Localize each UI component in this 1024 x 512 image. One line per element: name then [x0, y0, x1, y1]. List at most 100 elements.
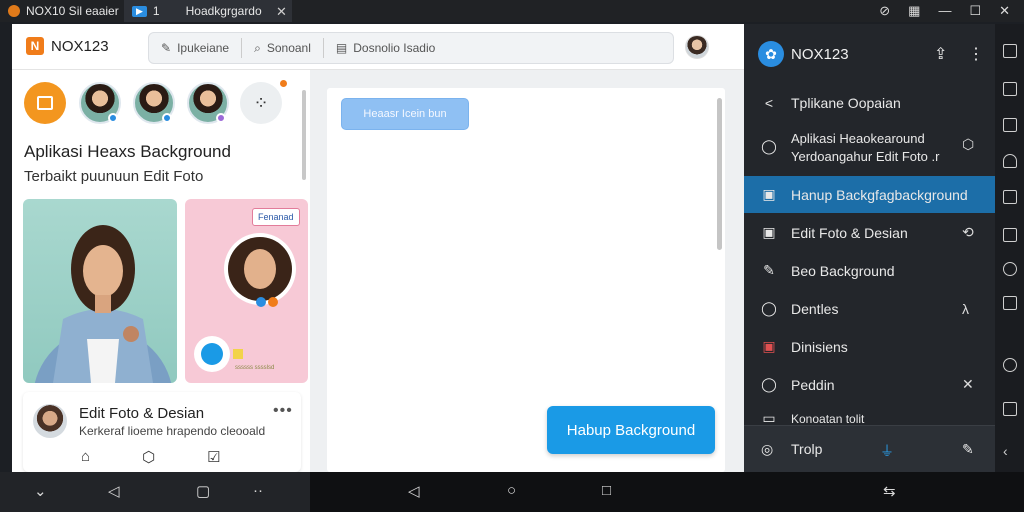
- more-vertical-icon[interactable]: ⋮: [968, 44, 984, 64]
- close-icon[interactable]: ✕: [962, 376, 974, 393]
- menu-item-label: Beo Background: [791, 262, 895, 279]
- layers-icon: ⬡: [962, 136, 975, 152]
- menu-item-peddin[interactable]: ◯ Peddin ✕: [744, 366, 995, 403]
- canvas-scrollbar[interactable]: [717, 98, 722, 250]
- sync-icon[interactable]: ⊘: [879, 3, 890, 19]
- notification-dot: [280, 80, 287, 87]
- window-titlebar: NOX10 Sil eaaier ▶ 1 Hoadkgrgardo ✕ ⊘ ▦ …: [0, 0, 1024, 22]
- toolbar-location-icon[interactable]: [1003, 358, 1017, 372]
- nox-logo-icon: N: [26, 37, 44, 55]
- habup-background-button[interactable]: Habup Background: [547, 406, 715, 454]
- edit-card-actions: ⌂ ⬡ ☑: [81, 448, 221, 466]
- document-icon: ▤: [335, 41, 348, 55]
- card-caption: ssssss sssslsd: [235, 365, 275, 371]
- left-scrollbar[interactable]: [302, 90, 306, 180]
- close-window-icon[interactable]: ✕: [999, 3, 1010, 19]
- menu-item-beo-background[interactable]: ✎ Beo Background: [744, 252, 995, 289]
- card-tag[interactable]: Fenanad: [252, 208, 300, 226]
- search-item-2[interactable]: ⌕ Sonoanl: [242, 38, 324, 58]
- search-icon: ◯: [761, 138, 777, 154]
- hexagon-icon[interactable]: ⬡: [142, 448, 155, 466]
- checkbox-icon[interactable]: ☑: [207, 448, 220, 466]
- user-avatar[interactable]: [685, 35, 709, 59]
- more-dots-icon: ⁘: [253, 92, 269, 113]
- list-icon: [37, 96, 53, 110]
- minimize-icon[interactable]: —: [938, 3, 951, 19]
- menu-item-dentles[interactable]: ◯ Dentles λ: [744, 290, 995, 327]
- menu-item-hanup-background[interactable]: ▣ Hanup Backgfagbackground: [744, 176, 995, 213]
- maximize-icon[interactable]: ☐: [969, 3, 981, 19]
- tab-close-icon[interactable]: ✕: [276, 4, 287, 20]
- nav-back-icon[interactable]: ◁: [108, 482, 120, 500]
- feature-card-photo[interactable]: [23, 199, 177, 383]
- search-bar[interactable]: ✎ Ipukeiane ⌕ Sonoanl ▤ Dosnolio Isadio: [148, 32, 674, 64]
- calendar-icon: ▭: [762, 410, 776, 425]
- menu-item-label: Dinisiens: [791, 338, 848, 355]
- window-controls: ⊘ ▦ — ☐ ✕: [879, 3, 1010, 19]
- feature-card-frame[interactable]: ssssss sssslsd: [185, 199, 308, 383]
- edit-card[interactable]: Edit Foto & Desian Kerkeraf lioeme hrape…: [23, 392, 301, 472]
- header-chip[interactable]: Heaasr Icein bun: [341, 98, 469, 130]
- toolbar-shake-icon[interactable]: [1003, 402, 1017, 416]
- tab-nox[interactable]: NOX10 Sil eaaier: [0, 0, 127, 22]
- nox-app-icon: [8, 5, 20, 17]
- menu-item-label: Edit Foto & Desian: [791, 224, 908, 241]
- share-icon[interactable]: ⇪: [934, 44, 947, 64]
- toolbar-back-icon[interactable]: ‹: [1003, 444, 1017, 458]
- more-stories-button[interactable]: ⁘: [240, 82, 282, 124]
- nav-down-icon[interactable]: ⌄: [34, 482, 47, 500]
- menu-item-edit-foto[interactable]: ▣ Edit Foto & Desian ⟲: [744, 214, 995, 251]
- menu-item-label: Aplikasi Heaokearound Yerdoangahur Edit …: [791, 131, 940, 164]
- story-badge-2: [162, 113, 172, 123]
- app-logo[interactable]: N NOX123: [26, 37, 109, 55]
- toolbar-files-icon[interactable]: [1003, 190, 1017, 204]
- edit-card-avatar: [33, 404, 67, 438]
- home-icon[interactable]: ⌂: [81, 448, 90, 466]
- edit-card-more-icon[interactable]: •••: [273, 402, 293, 420]
- menu-item-konoatan[interactable]: ▭ Konoatan tolit: [744, 404, 995, 425]
- frame-icon: ▣: [762, 224, 776, 240]
- rotate-screen-icon[interactable]: ⇆: [883, 482, 896, 500]
- pen-icon[interactable]: ✎: [962, 441, 974, 458]
- story-menu-button[interactable]: [24, 82, 66, 124]
- woman-portrait-image: [34, 225, 172, 383]
- info-icon: ◯: [761, 376, 777, 392]
- nav-recent-icon[interactable]: ▢: [196, 482, 210, 500]
- toolbar-screenshot-icon[interactable]: [1003, 82, 1017, 96]
- help-icon[interactable]: ◎: [761, 441, 773, 458]
- menu-item-label: Hanup Backgfagbackground: [791, 186, 968, 203]
- rotate-icon: ⟲: [962, 224, 974, 240]
- menu-item-label: Peddin: [791, 376, 835, 393]
- location-icon[interactable]: ⏚: [880, 441, 894, 461]
- tab-background-label: Hoadkgrgardo: [185, 4, 262, 18]
- page-title: Aplikasi Heaxs Background: [24, 142, 231, 161]
- toolbar-record-icon[interactable]: [1003, 262, 1017, 276]
- menu-bottom-label[interactable]: Trolp: [791, 441, 822, 457]
- page-subtitle: Terbaikt puunuun Edit Foto: [24, 168, 204, 185]
- tab-nox-label: NOX10 Sil eaaier: [26, 4, 119, 18]
- toolbar-keymap-icon[interactable]: [1003, 44, 1017, 58]
- search-item-1-label: Ipukeiane: [177, 41, 230, 55]
- android-home-icon[interactable]: ○: [507, 482, 516, 499]
- menu-item-tplikane[interactable]: < Tplikane Oopaian: [744, 84, 995, 121]
- nav-more-icon[interactable]: ··: [253, 482, 263, 499]
- keyboard-icon[interactable]: ▦: [908, 3, 920, 19]
- android-back-icon[interactable]: ◁: [408, 482, 420, 500]
- android-recents-icon[interactable]: □: [602, 482, 611, 499]
- search-item-1[interactable]: ✎ Ipukeiane: [149, 38, 243, 58]
- toolbar-apk-icon[interactable]: [1003, 228, 1017, 242]
- menu-item-aplikasi[interactable]: ◯ Aplikasi Heaokearound Yerdoangahur Edi…: [744, 124, 995, 172]
- image-icon: ▣: [762, 186, 776, 202]
- tab-background[interactable]: ▶ 1 Hoadkgrgardo: [124, 0, 292, 22]
- menu-item-dinisiens[interactable]: ▣ Dinisiens: [744, 328, 995, 365]
- toolbar-volume-icon[interactable]: [1003, 154, 1017, 168]
- edit-card-subtitle: Kerkeraf lioeme hrapendo cleooald: [79, 424, 266, 438]
- toolbar-multi-icon[interactable]: [1003, 296, 1017, 310]
- gallery-icon: ▣: [762, 338, 776, 354]
- menu-bottom-bar: [744, 425, 995, 472]
- pen-icon: ✎: [161, 41, 172, 55]
- search-item-2-label: Sonoanl: [266, 41, 311, 55]
- menu-item-label: Dentles: [791, 300, 839, 317]
- toolbar-resize-icon[interactable]: [1003, 118, 1017, 132]
- search-item-3[interactable]: ▤ Dosnolio Isadio: [324, 38, 447, 58]
